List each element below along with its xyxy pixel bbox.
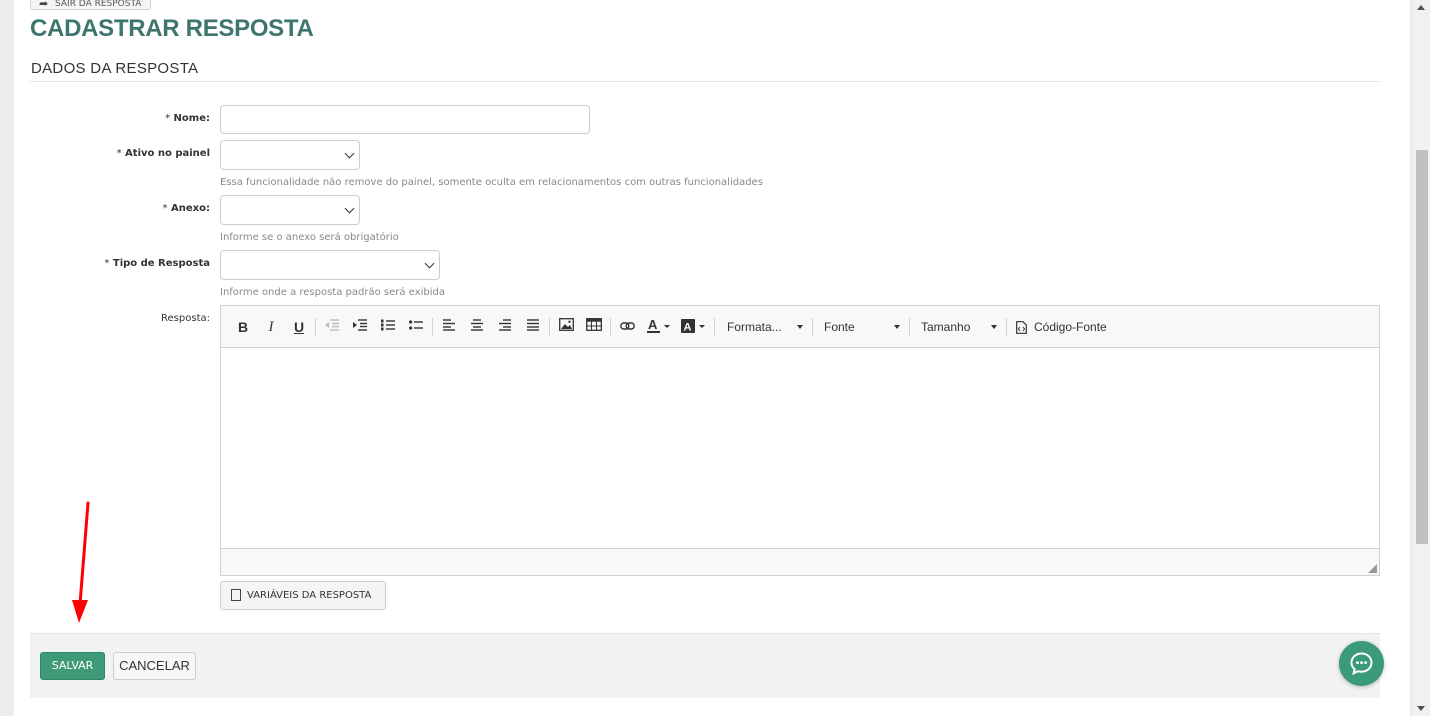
svg-text:A: A: [684, 322, 692, 334]
active-label-text: Ativo no painel: [125, 148, 210, 159]
toolbar-separator: [812, 318, 813, 336]
attachment-help-text: Informe se o anexo será obrigatório: [220, 232, 399, 243]
response-type-label-text: Tipo de Resposta: [112, 258, 210, 269]
background-color-icon[interactable]: A: [680, 318, 708, 336]
scrollbar-thumb[interactable]: [1416, 150, 1428, 544]
active-select[interactable]: [220, 140, 360, 170]
response-variables-button[interactable]: VARIÁVEIS DA RESPOSTA: [220, 581, 386, 610]
format-combo-label: Formata...: [727, 320, 782, 334]
cancel-button[interactable]: CANCELAR: [113, 652, 196, 680]
link-icon[interactable]: [618, 318, 636, 336]
underline-button[interactable]: U: [291, 318, 307, 336]
required-mark: *: [165, 113, 171, 124]
page-content: ➦ SAIR DA RESPOSTA CADASTRAR RESPOSTA DA…: [14, 0, 1410, 716]
chevron-down-icon: [344, 148, 355, 159]
format-combo[interactable]: Formata...: [727, 318, 807, 336]
chevron-down-icon: [344, 203, 355, 214]
dropdown-arrow-icon: [894, 325, 900, 329]
italic-button[interactable]: I: [263, 318, 279, 336]
annotation-arrow-icon: [72, 501, 90, 623]
form-footer: SALVAR CANCELAR: [30, 633, 1380, 698]
svg-text:A: A: [648, 318, 658, 332]
response-type-help-text: Informe onde a resposta padrão será exib…: [220, 287, 445, 298]
align-center-icon[interactable]: [468, 318, 486, 336]
size-combo[interactable]: Tamanho: [921, 318, 1001, 336]
editor-content-area[interactable]: [221, 348, 1379, 549]
text-color-icon[interactable]: A: [646, 317, 674, 336]
required-mark: *: [116, 148, 122, 159]
save-button[interactable]: SALVAR: [40, 652, 105, 680]
source-code-button[interactable]: Código-Fonte: [1016, 318, 1116, 336]
page-title: CADASTRAR RESPOSTA: [30, 15, 314, 42]
toolbar-separator: [714, 318, 715, 336]
toolbar-separator: [909, 318, 910, 336]
numbered-list-icon[interactable]: [379, 318, 397, 336]
align-right-icon[interactable]: [496, 318, 514, 336]
resize-handle-icon[interactable]: [1368, 564, 1377, 573]
response-type-select[interactable]: [220, 250, 440, 280]
source-code-label: Código-Fonte: [1034, 320, 1107, 334]
response-label: Resposta:: [161, 313, 210, 324]
attachment-select[interactable]: [220, 195, 360, 225]
required-mark: *: [162, 203, 168, 214]
indent-icon[interactable]: [351, 318, 369, 336]
toolbar-separator: [432, 318, 433, 336]
editor-toolbar: B I U A A Formata... Fonte Tamanho Códig…: [221, 306, 1379, 348]
toolbar-separator: [1006, 318, 1007, 336]
toolbar-separator: [549, 318, 550, 336]
outdent-icon[interactable]: [323, 318, 341, 336]
exit-response-button[interactable]: ➦ SAIR DA RESPOSTA: [30, 0, 151, 10]
align-left-icon[interactable]: [440, 318, 458, 336]
required-mark: *: [104, 258, 110, 269]
toolbar-separator: [610, 318, 611, 336]
section-title: DADOS DA RESPOSTA: [31, 60, 199, 77]
response-type-label: * Tipo de Resposta: [104, 258, 210, 269]
font-combo-label: Fonte: [824, 320, 855, 334]
attachment-label-text: Anexo:: [171, 203, 210, 214]
dropdown-arrow-icon: [797, 325, 803, 329]
bold-button[interactable]: B: [235, 318, 251, 336]
list-document-icon: [231, 589, 241, 601]
size-combo-label: Tamanho: [921, 320, 971, 334]
bullet-list-icon[interactable]: [407, 318, 425, 336]
chevron-down-icon: [424, 258, 435, 269]
source-file-icon: [1016, 321, 1027, 334]
page-scrollbar[interactable]: [1413, 0, 1430, 716]
scroll-down-icon[interactable]: [1417, 706, 1425, 711]
active-label: * Ativo no painel: [117, 148, 210, 159]
exit-response-label: SAIR DA RESPOSTA: [55, 0, 142, 9]
attachment-label: * Anexo:: [163, 203, 210, 214]
name-label-text: Nome:: [173, 113, 210, 124]
name-label: * Nome:: [165, 113, 210, 124]
table-icon[interactable]: [585, 318, 603, 336]
scroll-up-icon[interactable]: [1417, 5, 1425, 10]
section-divider: [30, 81, 1380, 82]
active-help-text: Essa funcionalidade não remove do painel…: [220, 177, 763, 188]
editor-statusbar: [221, 548, 1379, 575]
image-icon[interactable]: [557, 318, 575, 336]
justify-icon[interactable]: [524, 318, 542, 336]
dropdown-arrow-icon: [991, 325, 997, 329]
share-arrow-icon: ➦: [39, 0, 49, 10]
chat-bubble-icon: [1350, 652, 1373, 676]
name-input[interactable]: [220, 105, 590, 134]
chat-button[interactable]: [1339, 641, 1384, 686]
toolbar-separator: [315, 318, 316, 336]
rich-text-editor: B I U A A Formata... Fonte Tamanho Códig…: [220, 305, 1380, 576]
font-combo[interactable]: Fonte: [824, 318, 904, 336]
response-variables-label: VARIÁVEIS DA RESPOSTA: [247, 590, 372, 601]
